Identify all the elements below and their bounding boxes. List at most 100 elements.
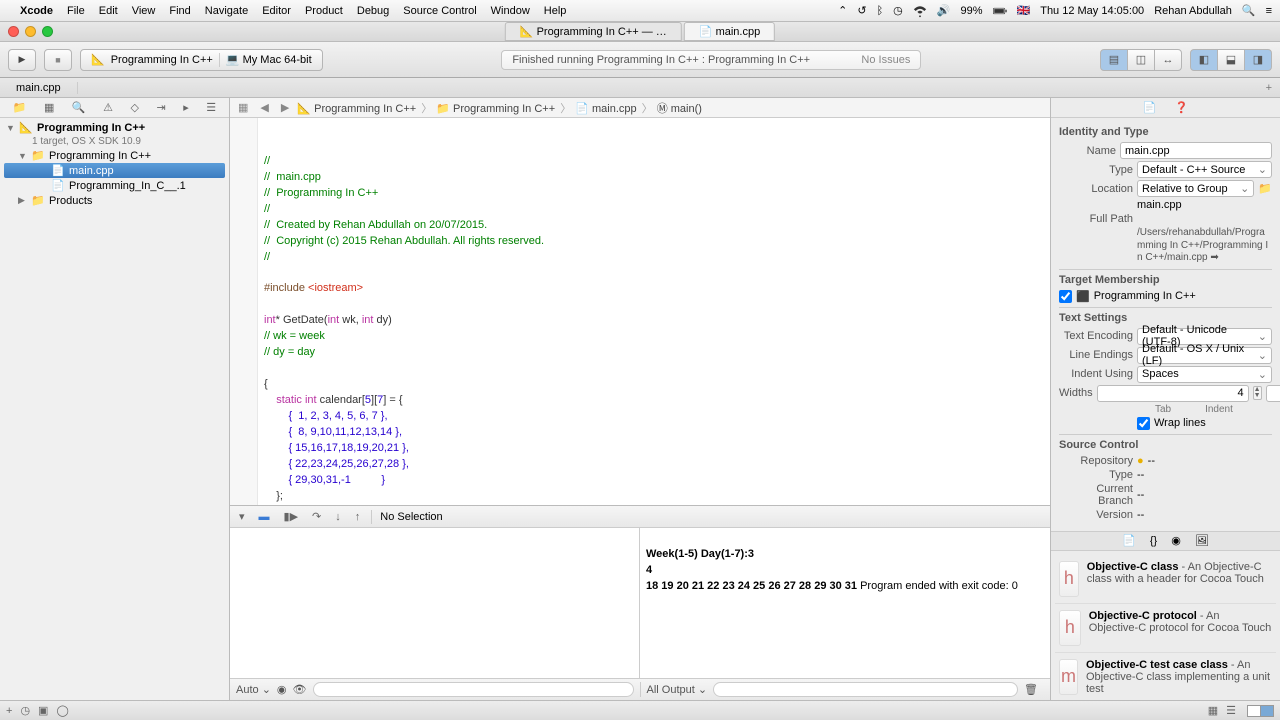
bluetooth-icon[interactable]: ᛒ — [877, 5, 884, 17]
clock[interactable]: Thu 12 May 14:05:00 — [1040, 5, 1144, 17]
lib-view-grid-icon[interactable]: ▦ — [1208, 704, 1218, 717]
menu-window[interactable]: Window — [491, 5, 530, 17]
tree-products[interactable]: ▶📁Products — [4, 193, 225, 208]
crumb-project[interactable]: 📐 Programming In C++ — [297, 100, 432, 116]
indent-using-dropdown[interactable]: Spaces — [1137, 366, 1272, 383]
tree-file-man[interactable]: 📄Programming_In_C__.1 — [4, 178, 225, 193]
battery-icon[interactable] — [993, 4, 1007, 18]
hide-debug-button[interactable]: ▾ — [236, 510, 248, 523]
breakpoints-toggle[interactable]: ▬ — [256, 511, 273, 523]
file-inspector-tab[interactable]: 📄 — [1143, 101, 1157, 114]
menu-source-control[interactable]: Source Control — [403, 5, 476, 17]
library-list[interactable]: hObjective-C class - An Objective-C clas… — [1051, 551, 1280, 701]
breakpoint-navigator-icon[interactable]: ▸ — [183, 101, 189, 114]
variables-view[interactable] — [230, 528, 640, 678]
source-editor[interactable]: // // main.cpp // Programming In C++ // … — [230, 118, 1050, 505]
var-filter-icon[interactable]: ◉ — [277, 683, 287, 696]
user-name[interactable]: Rehan Abdullah — [1154, 5, 1232, 17]
close-window[interactable] — [8, 26, 19, 37]
tab-width-field[interactable] — [1097, 385, 1249, 402]
filter-scm-icon[interactable]: ▣ — [38, 704, 48, 717]
go-forward-button[interactable]: ▶ — [277, 101, 293, 114]
media-lib-tab[interactable]: 🖼 — [1195, 534, 1209, 547]
find-navigator-icon[interactable]: 🔍 — [72, 101, 86, 114]
crumb-group[interactable]: 📁 Programming In C++ — [436, 100, 571, 116]
spotlight-icon[interactable]: 🔍 — [1242, 4, 1256, 17]
lib-view-list-icon[interactable]: ☰ — [1226, 704, 1236, 717]
step-over-button[interactable]: ↷ — [309, 510, 324, 523]
file-template-lib-tab[interactable]: 📄 — [1122, 534, 1136, 547]
library-item[interactable]: mObjective-C test case class - An Object… — [1055, 653, 1276, 701]
menu-debug[interactable]: Debug — [357, 5, 389, 17]
code-snippet-lib-tab[interactable]: {} — [1150, 535, 1157, 547]
assistant-editor-button[interactable]: ◫ — [1127, 49, 1155, 71]
app-menu[interactable]: Xcode — [20, 5, 53, 17]
run-button[interactable] — [8, 49, 36, 71]
project-navigator-icon[interactable]: 📁 — [13, 101, 27, 114]
stop-button[interactable] — [44, 49, 72, 71]
auto-dropdown[interactable]: Auto ⌄ — [236, 683, 271, 696]
dropbox-icon[interactable]: ⌃ — [838, 4, 847, 17]
menu-help[interactable]: Help — [544, 5, 567, 17]
encoding-dropdown[interactable]: Default - Unicode (UTF-8) — [1137, 328, 1272, 345]
console-output[interactable]: Week(1-5) Day(1-7):3 4 18 19 20 21 22 23… — [640, 528, 1050, 678]
toggle-debug-button[interactable]: ⬓ — [1217, 49, 1245, 71]
location-dropdown[interactable]: Relative to Group — [1137, 180, 1254, 197]
traffic-lights[interactable] — [8, 26, 53, 37]
library-item[interactable]: hObjective-C class - An Objective-C clas… — [1055, 555, 1276, 604]
step-into-button[interactable]: ↓ — [332, 511, 344, 523]
timemachine-icon[interactable]: ◷ — [893, 4, 903, 17]
crumb-file[interactable]: 📄 main.cpp — [575, 100, 652, 116]
toggle-utilities-button[interactable]: ◨ — [1244, 49, 1272, 71]
line-endings-dropdown[interactable]: Default - OS X / Unix (LF) — [1137, 347, 1272, 364]
file-tab-main[interactable]: main.cpp — [0, 82, 78, 94]
menu-navigate[interactable]: Navigate — [205, 5, 248, 17]
scheme-selector[interactable]: 📐 Programming In C++ 💻 My Mac 64-bit — [80, 49, 323, 71]
console-filter-field[interactable] — [713, 682, 1018, 697]
continue-button[interactable]: ▮▶ — [281, 510, 302, 523]
wrap-lines-checkbox[interactable] — [1137, 417, 1150, 430]
menu-view[interactable]: View — [132, 5, 156, 17]
menu-product[interactable]: Product — [305, 5, 343, 17]
window-tab-file[interactable]: 📄 main.cpp — [684, 22, 775, 41]
menu-file[interactable]: File — [67, 5, 85, 17]
debug-navigator-icon[interactable]: ⇥ — [156, 101, 165, 114]
menu-editor[interactable]: Editor — [262, 5, 291, 17]
issue-navigator-icon[interactable]: ⚠ — [103, 101, 113, 114]
notification-center-icon[interactable]: ≡ — [1266, 5, 1272, 17]
symbol-navigator-icon[interactable]: ▦ — [44, 101, 54, 114]
tree-file-main[interactable]: 📄main.cpp — [4, 163, 225, 178]
sync-icon[interactable]: ↺ — [857, 4, 866, 17]
report-navigator-icon[interactable]: ☰ — [206, 101, 216, 114]
tab-width-stepper[interactable]: ▲▼ — [1253, 386, 1262, 400]
type-dropdown[interactable]: Default - C++ Source — [1137, 161, 1272, 178]
go-back-button[interactable]: ◀ — [256, 101, 272, 114]
battery-percent[interactable]: 99% — [960, 5, 982, 17]
tree-project[interactable]: ▼📐Programming In C++ — [4, 120, 225, 135]
jump-bar[interactable]: ▦ ◀ ▶ 📐 Programming In C++ 📁 Programming… — [230, 98, 1050, 118]
tree-group[interactable]: ▼📁Programming In C++ — [4, 148, 225, 163]
window-tab-project[interactable]: 📐 Programming In C++ — … — [505, 22, 682, 41]
variable-filter-field[interactable] — [313, 682, 634, 697]
input-flag[interactable]: 🇬🇧 — [1017, 4, 1031, 17]
quicklook-icon[interactable]: 👁 — [293, 683, 307, 696]
menu-find[interactable]: Find — [169, 5, 190, 17]
filter-field-icon[interactable]: ◯ — [56, 704, 68, 717]
step-out-button[interactable]: ↑ — [352, 511, 364, 523]
volume-icon[interactable]: 🔊 — [937, 4, 951, 17]
zoom-window[interactable] — [42, 26, 53, 37]
filter-recent-icon[interactable]: ◷ — [20, 704, 30, 717]
name-field[interactable] — [1120, 142, 1272, 159]
library-item[interactable]: hObjective-C protocol - An Objective-C p… — [1055, 604, 1276, 653]
quick-help-tab[interactable]: ❓ — [1175, 101, 1189, 114]
menu-edit[interactable]: Edit — [99, 5, 118, 17]
minimize-window[interactable] — [25, 26, 36, 37]
add-button[interactable]: + — [6, 705, 12, 717]
wifi-icon[interactable] — [913, 4, 927, 18]
toggle-navigator-button[interactable]: ◧ — [1190, 49, 1218, 71]
location-folder-icon[interactable]: 📁 — [1258, 182, 1272, 195]
output-dropdown[interactable]: All Output ⌄ — [647, 683, 708, 696]
test-navigator-icon[interactable]: ◇ — [131, 101, 139, 114]
standard-editor-button[interactable]: ▤ — [1100, 49, 1128, 71]
lib-detail-toggle[interactable] — [1248, 705, 1274, 717]
